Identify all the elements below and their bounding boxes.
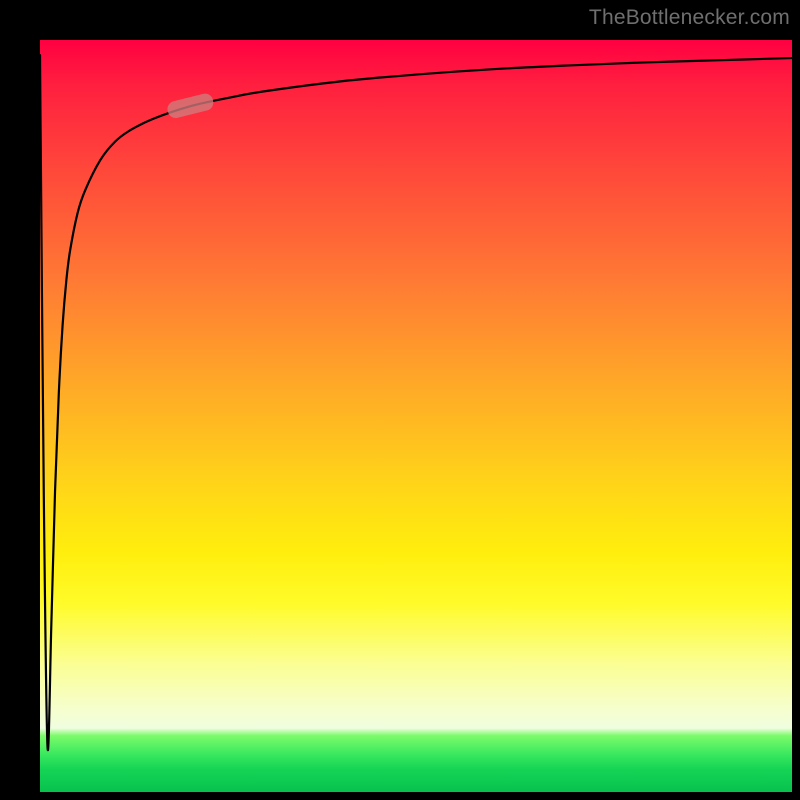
chart-svg <box>40 40 792 792</box>
bottleneck-curve <box>40 55 792 750</box>
watermark-text: TheBottlenecker.com <box>589 6 790 30</box>
highlight-marker <box>166 92 215 120</box>
chart-root: TheBottlenecker.com <box>0 0 800 800</box>
